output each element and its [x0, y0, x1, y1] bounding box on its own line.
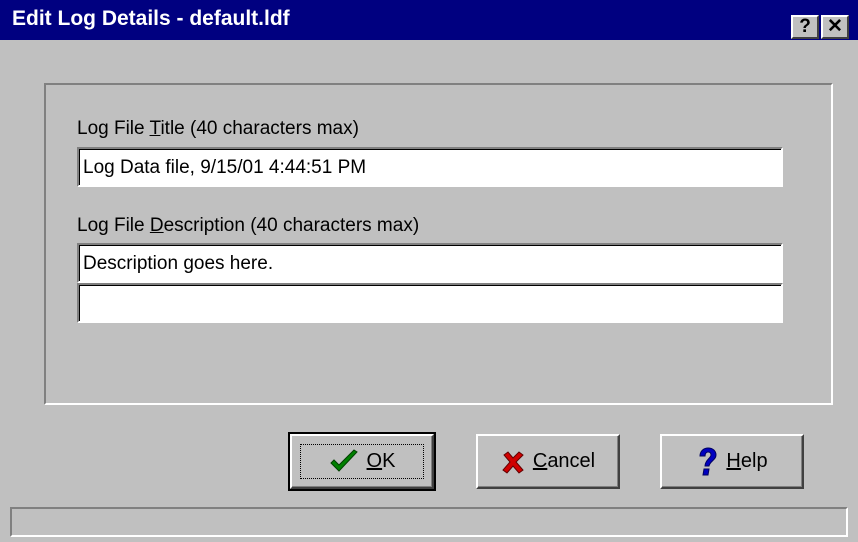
titlebar-help-button[interactable]: ?	[791, 15, 819, 39]
cancel-suffix: ancel	[547, 450, 596, 472]
log-title-label-mnemonic: T	[149, 118, 161, 139]
titlebar-close-button[interactable]: ✕	[821, 15, 849, 39]
help-button-label: Help	[726, 450, 767, 473]
log-description-label-mnemonic: D	[149, 215, 164, 236]
log-description-label-suffix: escription (40 characters max)	[163, 215, 420, 236]
cancel-mnemonic: C	[532, 450, 548, 472]
log-description-line1-value: Description goes here.	[83, 253, 274, 274]
x-icon	[502, 450, 524, 474]
ok-button[interactable]: OK	[288, 432, 436, 491]
log-title-input[interactable]: Log Data file, 9/15/01 4:44:51 PM	[77, 147, 783, 187]
cancel-button-label: Cancel	[533, 450, 595, 473]
ok-button-label: OK	[367, 450, 396, 473]
cancel-button[interactable]: Cancel	[476, 434, 620, 489]
log-title-label-prefix: Log File	[77, 118, 150, 139]
titlebar-help-label: ?	[799, 16, 811, 37]
help-suffix: elp	[740, 450, 768, 472]
log-title-label-suffix: itle (40 characters max)	[160, 118, 359, 139]
log-title-label: Log File Title (40 characters max)	[77, 118, 359, 140]
log-title-value: Log Data file, 9/15/01 4:44:51 PM	[83, 157, 367, 178]
ok-mnemonic: O	[366, 450, 383, 472]
log-description-line1-input[interactable]: Description goes here.	[77, 243, 783, 283]
status-bar	[10, 507, 848, 537]
ok-suffix: K	[382, 450, 396, 472]
help-mnemonic: H	[726, 450, 741, 472]
title-bar[interactable]: Edit Log Details - default.ldf ? ✕	[0, 0, 858, 40]
window-title: Edit Log Details - default.ldf	[12, 7, 290, 30]
titlebar-close-label: ✕	[827, 16, 843, 37]
log-description-label: Log File Description (40 characters max)	[77, 215, 419, 237]
question-mark-icon	[699, 446, 717, 475]
help-button[interactable]: Help	[660, 434, 804, 489]
log-description-line2-input[interactable]	[77, 283, 783, 323]
focus-rectangle	[300, 444, 424, 479]
log-description-label-prefix: Log File	[77, 215, 150, 236]
